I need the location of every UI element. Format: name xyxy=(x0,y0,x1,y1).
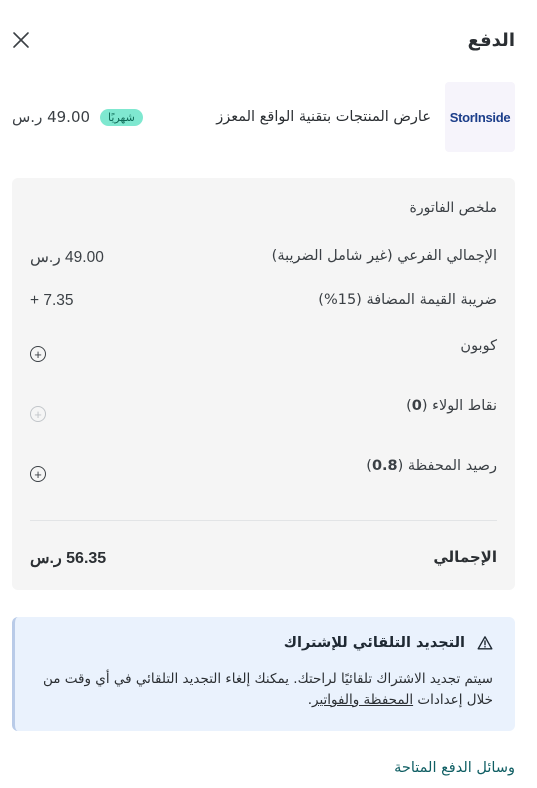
total-row: الإجمالي 56.35 ر.س xyxy=(30,548,497,568)
alert-header: التجديد التلقائي للإشتراك xyxy=(284,635,493,651)
loyalty-row: نقاط الولاء (0) + xyxy=(30,398,497,422)
coupon-row: كوبون + xyxy=(30,338,497,362)
vat-label: ضريبة القيمة المضافة (15%) xyxy=(318,292,497,308)
summary-divider xyxy=(30,520,497,521)
add-wallet-button[interactable]: + xyxy=(30,466,46,482)
checkout-header: الدفع xyxy=(10,26,515,54)
product-price-group: شهريًا 49.00 ر.س xyxy=(12,108,143,126)
wallet-row: رصيد المحفظة (0.8) + xyxy=(30,458,497,482)
product-row: StorInside عارض المنتجات بتقنية الواقع ا… xyxy=(12,82,515,152)
loyalty-label: نقاط الولاء (0) xyxy=(406,398,497,414)
vat-value: + 7.35 xyxy=(30,292,74,309)
alert-text: سيتم تجديد الاشتراك تلقائيًا لراحتك. يمك… xyxy=(42,671,493,708)
coupon-label: كوبون xyxy=(460,338,497,354)
wallet-label: رصيد المحفظة (0.8) xyxy=(366,458,497,474)
alert-title: التجديد التلقائي للإشتراك xyxy=(283,635,465,651)
product-price: 49.00 ر.س xyxy=(12,108,91,126)
plus-circle-icon: + xyxy=(34,466,42,482)
subtotal-row: الإجمالي الفرعي (غير شامل الضريبة) 49.00… xyxy=(30,248,497,267)
warning-icon xyxy=(477,636,493,650)
wallet-balance: 0.8 xyxy=(371,458,398,474)
loyalty-points: 0 xyxy=(411,398,422,414)
subtotal-value: 49.00 ر.س xyxy=(30,249,104,266)
summary-title: ملخص الفاتورة xyxy=(409,200,498,216)
add-coupon-button[interactable]: + xyxy=(30,346,46,362)
close-icon xyxy=(13,32,29,48)
subtotal-label: الإجمالي الفرعي (غير شامل الضريبة) xyxy=(271,248,497,264)
vat-row: ضريبة القيمة المضافة (15%) + 7.35 xyxy=(30,292,497,310)
plus-circle-icon: + xyxy=(34,346,42,362)
product-name: عارض المنتجات بتقنية الواقع المعزز xyxy=(216,109,431,125)
total-value: 56.35 ر.س xyxy=(30,550,107,567)
plus-circle-icon: + xyxy=(34,406,42,422)
total-label: الإجمالي xyxy=(433,548,497,566)
alert-body: سيتم تجديد الاشتراك تلقائيًا لراحتك. يمك… xyxy=(29,669,493,711)
billing-period-badge: شهريًا xyxy=(100,108,143,126)
logo-text: StorInside xyxy=(449,109,511,125)
product-logo: StorInside xyxy=(445,82,515,152)
auto-renewal-alert: التجديد التلقائي للإشتراك سيتم تجديد الا… xyxy=(12,617,515,731)
wallet-invoices-link[interactable]: المحفظة والفواتير xyxy=(312,692,413,708)
invoice-summary: ملخص الفاتورة الإجمالي الفرعي (غير شامل … xyxy=(12,178,515,590)
close-button[interactable] xyxy=(10,29,32,51)
add-loyalty-button[interactable]: + xyxy=(30,406,46,422)
page-title: الدفع xyxy=(467,29,515,51)
payment-methods-title: وسائل الدفع المتاحة xyxy=(394,760,515,776)
